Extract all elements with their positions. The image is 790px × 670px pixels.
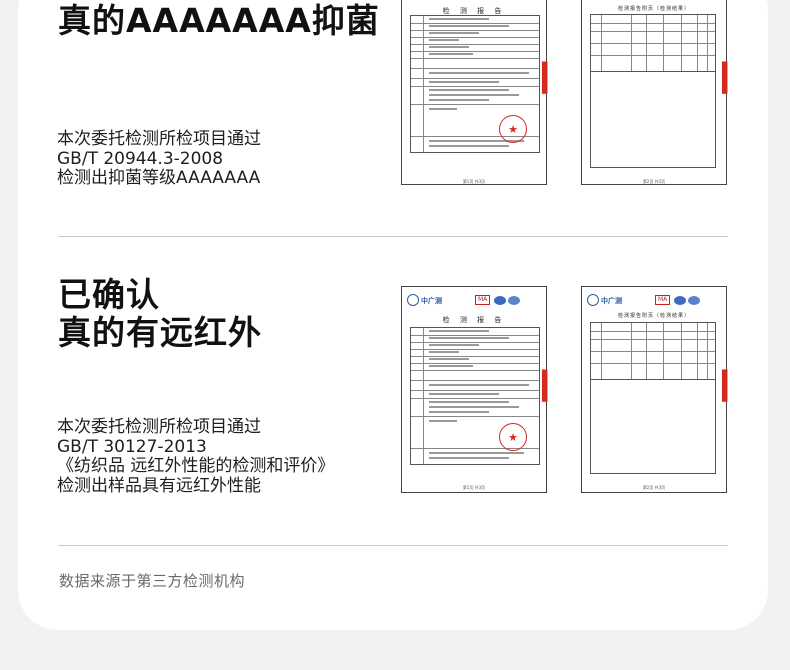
results-table: [590, 322, 716, 380]
logo-text: 中广测: [601, 297, 622, 305]
section1-standard: GB/T 20944.3-2008: [57, 148, 224, 169]
results-table: [590, 14, 716, 72]
cttc-logo-icon: [407, 294, 419, 306]
data-source-note: 数据来源于第三方检测机构: [59, 572, 246, 590]
report-cover-image: 中广测 MA 检 测 报 告 ★ 第1页 共3页: [401, 286, 547, 493]
seam-stamp-icon: █ █ █ █: [722, 62, 728, 94]
section2-title-line: 已确认: [58, 275, 160, 314]
red-star-seal-icon: ★: [499, 423, 527, 451]
cnas-badge-icon: [508, 296, 520, 305]
cttc-logo-icon: [587, 294, 599, 306]
seam-stamp-icon: █ █ █ █: [722, 370, 728, 402]
ilac-badge-icon: [674, 296, 686, 305]
cnas-badge-icon: [688, 296, 700, 305]
section2-standard-name: 《纺织品 远红外性能的检测和评价》: [57, 456, 335, 476]
logo-text: 中广测: [421, 297, 442, 305]
footer-divider: [58, 545, 728, 546]
ma-mark-icon: MA: [655, 295, 671, 305]
results-title: 检测报告附页（检测结果）: [617, 6, 690, 12]
section2-title-line: 真的有远红外: [58, 313, 262, 352]
section2-standard: GB/T 30127-2013: [57, 436, 207, 457]
section2-description: 本次委托检测所检项目通过 GB/T 30127-2013 《纺织品 远红外性能的…: [57, 417, 335, 496]
ilac-badge-icon: [494, 296, 506, 305]
report-cover-image: 检 测 报 告 ★ 第1页 共3页: [401, 0, 547, 185]
section2-desc-line: 本次委托检测所检项目通过: [57, 417, 261, 437]
results-title: 检测报告附页（检测结果）: [617, 313, 690, 319]
section1-description: 本次委托检测所检项目通过 GB/T 20944.3-2008 检测出抑菌等级AA…: [57, 129, 261, 189]
section2-title: 已确认 真的有远红外: [58, 276, 262, 352]
seam-stamp-icon: █ █ █ █: [542, 370, 548, 402]
ma-mark-icon: MA: [475, 295, 491, 305]
red-star-seal-icon: ★: [499, 115, 527, 143]
section1-desc-line: 本次委托检测所检项目通过: [57, 129, 261, 149]
report-title: 检 测 报 告: [442, 316, 506, 324]
section2-desc-line: 检测出样品具有远红外性能: [57, 475, 261, 496]
results-page-image: 检测报告附页（检测结果） 第2页 共3页: [581, 0, 727, 185]
section1-title: 真的AAAAAAA抑菌: [58, 1, 380, 40]
section1-desc-line: 检测出抑菌等级AAAAAAA: [57, 168, 261, 188]
seam-stamp-icon: █ █ █ █: [542, 62, 548, 94]
results-page-image: 中广测 MA 检测报告附页（检测结果） 第2页 共3页: [581, 286, 727, 493]
section-divider: [58, 236, 728, 237]
